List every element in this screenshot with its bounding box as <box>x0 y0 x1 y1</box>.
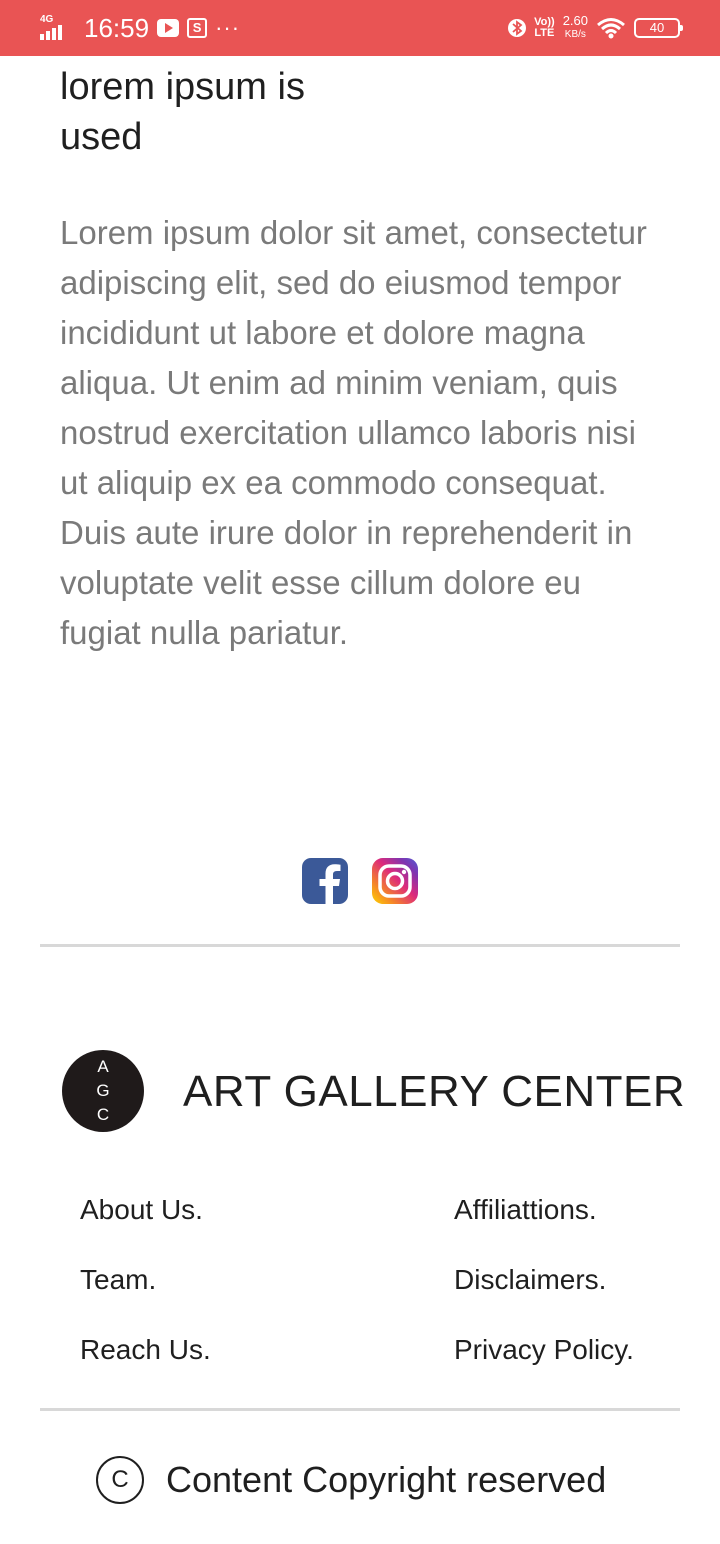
logo-letter: A <box>97 1057 109 1076</box>
social-links <box>302 858 418 904</box>
footer-link-affiliations[interactable]: Affiliattions. <box>454 1192 597 1228</box>
status-bar: 4G 16:59 S ··· Vo)) LTE 2.60 KB/s 40 <box>0 0 720 56</box>
signal-icon: 4G <box>40 14 70 40</box>
wifi-icon <box>597 18 625 39</box>
facebook-icon[interactable] <box>302 858 348 904</box>
volte-bottom-label: LTE <box>534 27 555 39</box>
network-speed-value: 2.60 <box>562 13 588 28</box>
footer-link-privacy-policy[interactable]: Privacy Policy. <box>454 1332 634 1368</box>
footer-link-reach-us[interactable]: Reach Us. <box>80 1332 211 1368</box>
copyright-icon: C <box>96 1456 144 1504</box>
logo-letter: C <box>96 1105 110 1124</box>
bluetooth-icon <box>508 19 527 37</box>
page: 4G 16:59 S ··· Vo)) LTE 2.60 KB/s 40 lor… <box>0 0 720 1544</box>
status-time: 16:59 <box>84 12 150 43</box>
section-divider <box>40 944 680 947</box>
youtube-notification-icon <box>157 19 180 37</box>
brand-logo[interactable]: A G C <box>62 1050 144 1132</box>
footer-link-disclaimers[interactable]: Disclaimers. <box>454 1262 606 1298</box>
logo-letter: G <box>96 1081 110 1100</box>
network-speed-unit: KB/s <box>564 29 586 40</box>
article-heading: lorem ipsum is used <box>60 66 305 158</box>
status-bar-right: Vo)) LTE 2.60 KB/s 40 <box>508 14 683 42</box>
more-notifications-icon: ··· <box>215 15 241 40</box>
volte-icon: Vo)) LTE <box>534 17 555 39</box>
brand-name: ART GALLERY CENTER <box>183 1067 686 1116</box>
battery-level: 40 <box>649 20 665 35</box>
footer-link-team[interactable]: Team. <box>80 1262 156 1298</box>
copyright-text: Content Copyright reserved <box>166 1459 607 1500</box>
status-bar-left: 4G 16:59 S ··· <box>40 13 240 44</box>
instagram-icon[interactable] <box>372 858 418 904</box>
footer-divider <box>40 1408 680 1411</box>
network-speed: 2.60 KB/s <box>563 14 588 42</box>
footer-link-about-us[interactable]: About Us. <box>80 1192 203 1228</box>
copyright: C Content Copyright reserved <box>96 1456 606 1504</box>
app-notification-icon: S <box>187 18 208 38</box>
battery-icon: 40 <box>634 18 683 38</box>
network-type-label: 4G <box>40 14 54 25</box>
article-body: Lorem ipsum dolor sit amet, consectetur … <box>60 214 647 651</box>
